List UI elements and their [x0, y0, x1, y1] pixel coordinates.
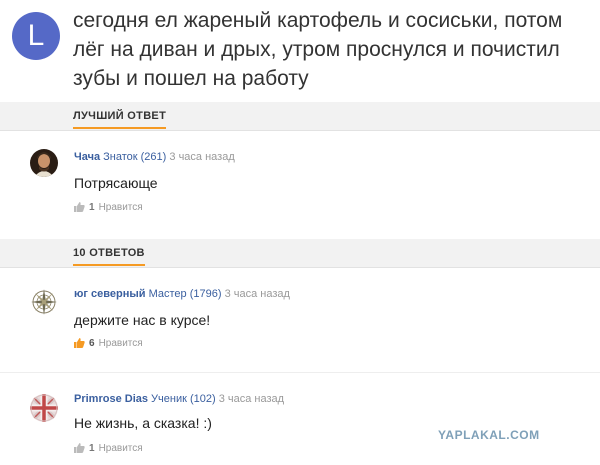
portrait-avatar-icon[interactable]	[30, 149, 58, 177]
site-watermark: YAPLAKAL.COM	[438, 428, 540, 442]
author-name[interactable]: юг северный	[74, 288, 146, 300]
author-rank: Ученик (102)	[151, 393, 216, 405]
author-rank: Знаток (261)	[103, 151, 167, 163]
question-block: L сегодня ел жареный картофель и сосиськ…	[0, 0, 600, 100]
answer-time: 3 часа назад	[218, 393, 285, 405]
answers-header: 10 ОТВЕТОВ	[0, 239, 600, 268]
like-button[interactable]: 6 Нравится	[74, 338, 143, 349]
thumb-up-icon	[74, 202, 85, 213]
question-text: сегодня ел жареный картофель и сосиськи,…	[73, 9, 563, 90]
answers-count-title: 10 ОТВЕТОВ	[73, 247, 145, 266]
author-name[interactable]: Чача	[74, 151, 100, 163]
thumb-up-icon	[74, 338, 85, 349]
like-label: Нравится	[98, 202, 143, 213]
like-count: 1	[89, 443, 95, 454]
like-label: Нравится	[98, 338, 143, 349]
answer-item: юг северный Мастер (1796) 3 часа назад д…	[0, 268, 600, 363]
like-count: 1	[89, 202, 95, 213]
best-answer-meta: Чача Знаток (261) 3 часа назад	[74, 151, 235, 163]
answer-item: Primrose Dias Ученик (102) 3 часа назад …	[0, 374, 600, 465]
answer-time: 3 часа назад	[224, 288, 290, 300]
answer-meta: юг северный Мастер (1796) 3 часа назад	[74, 288, 290, 300]
answer-divider	[0, 372, 600, 373]
like-count: 6	[89, 338, 95, 349]
answer-time: 3 часа назад	[169, 151, 235, 163]
like-label: Нравится	[98, 443, 143, 454]
author-rank: Мастер (1796)	[148, 288, 222, 300]
best-answer-title: ЛУЧШИЙ ОТВЕТ	[73, 110, 167, 129]
answer-text: держите нас в курсе!	[74, 312, 211, 328]
thumb-up-icon	[74, 443, 85, 454]
question-author-avatar[interactable]: L	[12, 12, 60, 60]
author-name[interactable]: Primrose Dias	[74, 393, 148, 405]
answer-text: Не жизнь, а сказка! :)	[74, 415, 212, 431]
like-button[interactable]: 1 Нравится	[74, 443, 143, 454]
answer-meta: Primrose Dias Ученик (102) 3 часа назад	[74, 393, 284, 405]
union-jack-avatar-icon[interactable]	[30, 394, 58, 422]
compass-rose-avatar-icon[interactable]	[30, 288, 58, 316]
best-answer: Чача Знаток (261) 3 часа назад Потрясающ…	[0, 131, 600, 226]
best-answer-header: ЛУЧШИЙ ОТВЕТ	[0, 102, 600, 131]
answer-text: Потрясающе	[74, 175, 158, 191]
like-button[interactable]: 1 Нравится	[74, 202, 143, 213]
